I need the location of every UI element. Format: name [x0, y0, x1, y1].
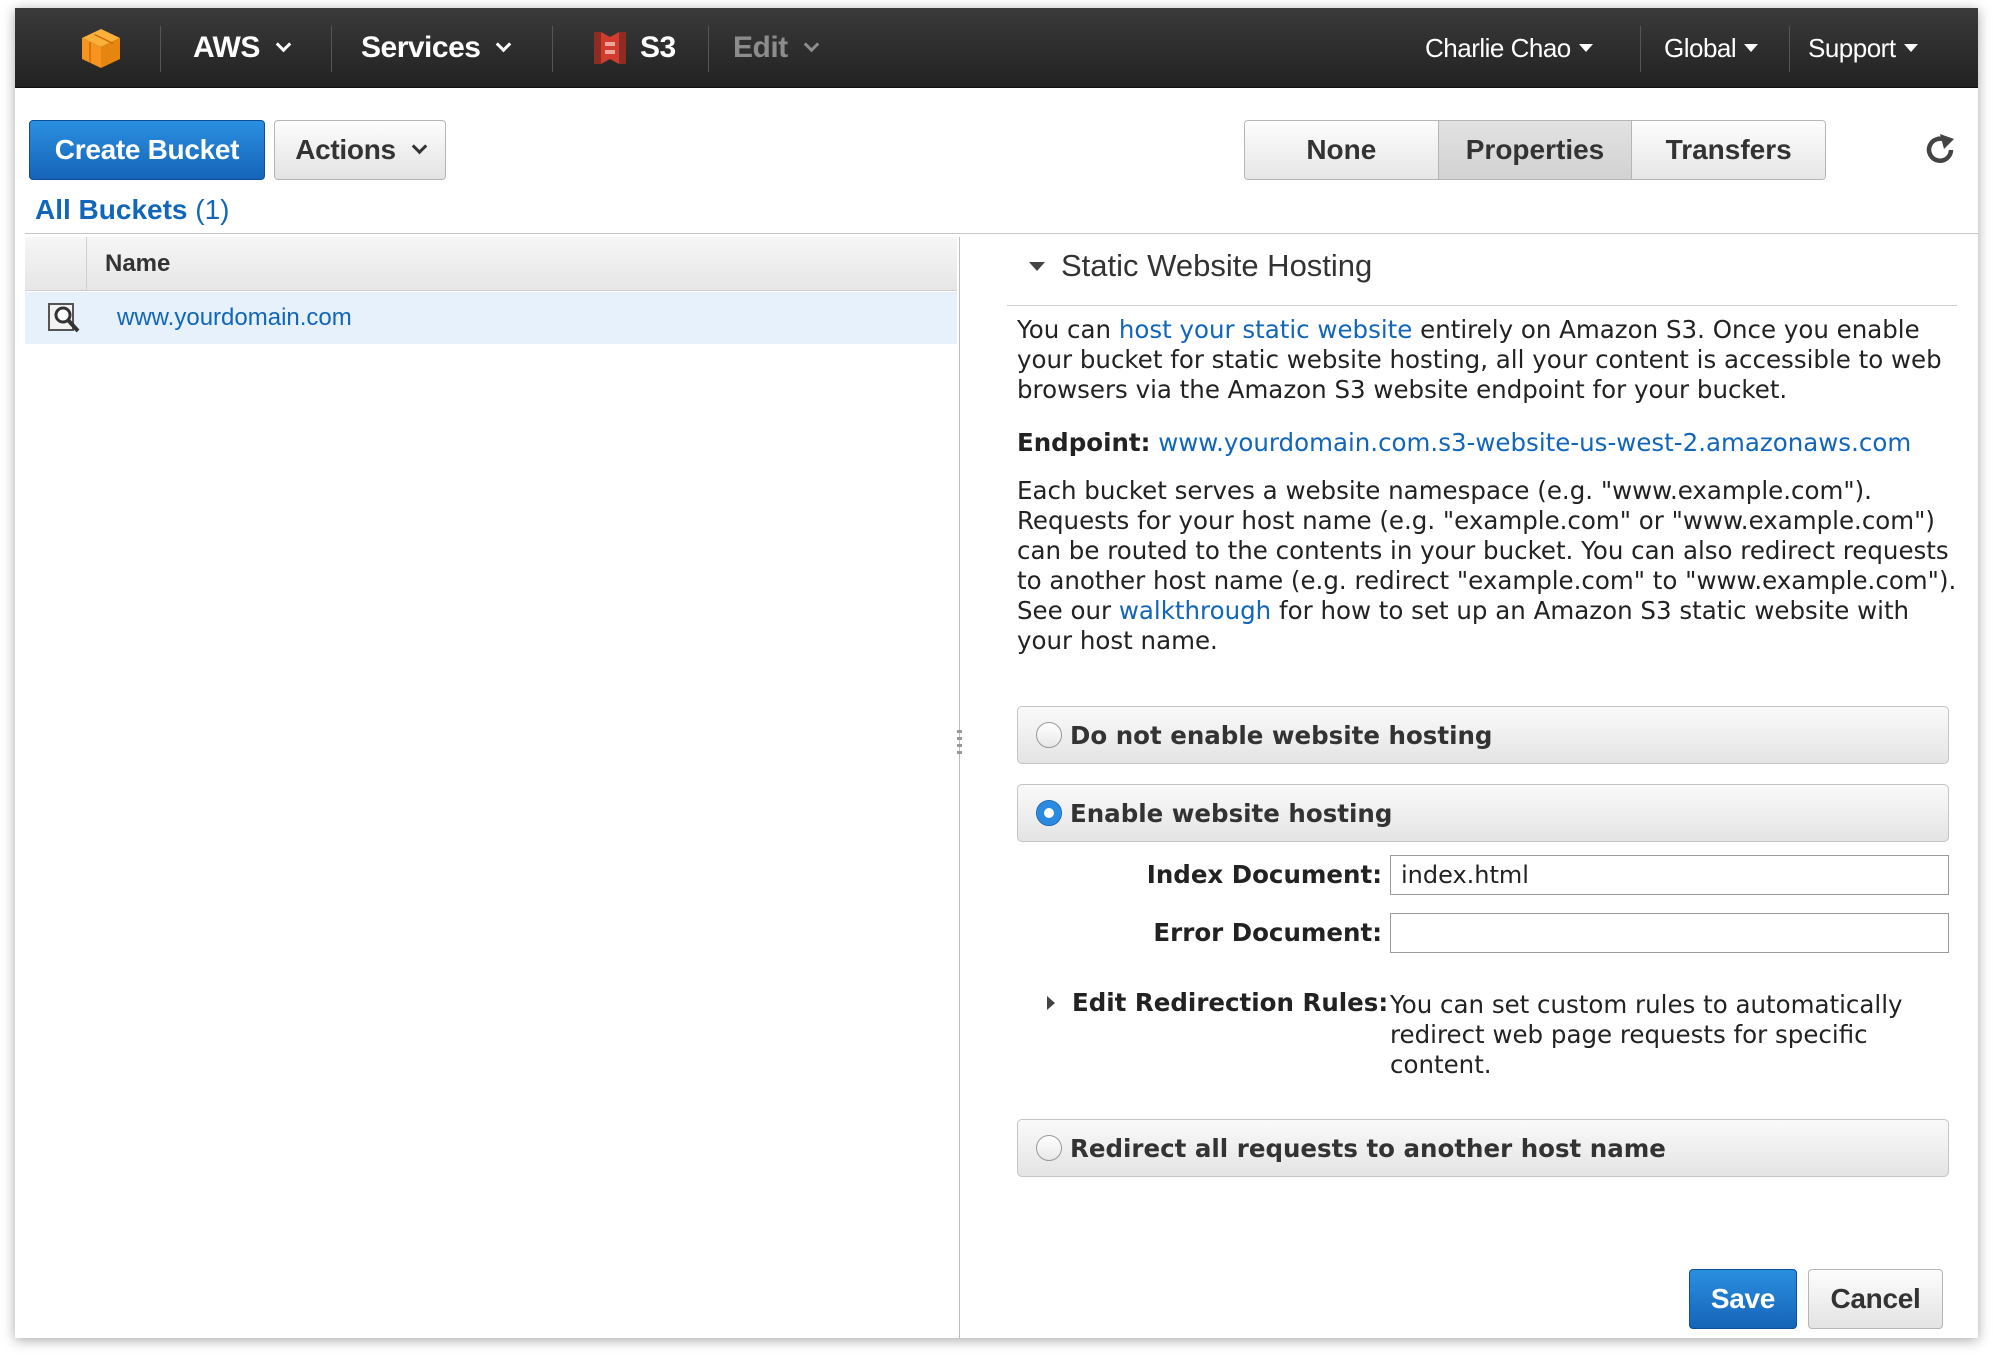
- endpoint-link[interactable]: www.yourdomain.com.s3-website-us-west-2.…: [1158, 428, 1911, 457]
- top-nav-bar: AWS Services S3 Edit Charlie Chao Global…: [15, 8, 1978, 88]
- actions-label: Actions: [295, 134, 396, 165]
- all-buckets-label: All Buckets: [35, 194, 188, 225]
- support-label: Support: [1808, 32, 1896, 63]
- nav-separator: [1789, 26, 1790, 72]
- intro-prefix: You can: [1017, 315, 1119, 344]
- aws-menu-label: AWS: [193, 31, 260, 64]
- chevron-down-icon: [496, 36, 512, 52]
- caret-down-icon: [1903, 44, 1918, 52]
- redirection-rules-toggle[interactable]: [1047, 996, 1055, 1010]
- nav-separator: [708, 26, 709, 72]
- aws-menu[interactable]: AWS: [193, 8, 292, 88]
- header-gutter: [25, 237, 87, 291]
- hosting-intro-text: You can host your static website entirel…: [1017, 315, 1957, 405]
- support-menu[interactable]: Support: [1808, 8, 1918, 88]
- endpoint-line: Endpoint: www.yourdomain.com.s3-website-…: [1017, 428, 1957, 458]
- error-document-input[interactable]: [1390, 913, 1949, 953]
- nav-separator: [331, 26, 332, 72]
- option-label: Redirect all requests to another host na…: [1070, 1133, 1666, 1163]
- all-buckets-breadcrumb[interactable]: All Buckets (1): [35, 194, 230, 226]
- edit-menu-label: Edit: [733, 31, 788, 64]
- redirection-rules-label[interactable]: Edit Redirection Rules:: [1072, 988, 1388, 1017]
- cancel-button[interactable]: Cancel: [1808, 1269, 1943, 1329]
- region-menu[interactable]: Global: [1664, 8, 1759, 88]
- create-bucket-button[interactable]: Create Bucket: [29, 120, 265, 180]
- column-header-name[interactable]: Name: [105, 237, 170, 291]
- section-divider: [1007, 305, 1957, 306]
- bucket-table-header: Name: [25, 237, 957, 291]
- host-static-website-link[interactable]: host your static website: [1119, 315, 1413, 344]
- nav-separator: [160, 26, 161, 72]
- services-menu-label: Services: [361, 31, 481, 64]
- actions-menu-button[interactable]: Actions: [274, 120, 446, 180]
- user-name: Charlie Chao: [1425, 32, 1571, 63]
- error-document-label: Error Document:: [1153, 918, 1382, 947]
- radio-disable-hosting[interactable]: [1036, 722, 1062, 748]
- view-segmented-control: None Properties Transfers: [1244, 120, 1826, 180]
- nav-separator: [552, 26, 553, 72]
- aws-home-link[interactable]: [79, 8, 123, 88]
- table-row[interactable]: www.yourdomain.com: [25, 292, 957, 344]
- s3-bucket-icon: [594, 32, 626, 64]
- services-menu[interactable]: Services: [361, 8, 512, 88]
- triangle-right-icon: [1047, 996, 1055, 1010]
- bucket-name-link[interactable]: www.yourdomain.com: [117, 292, 352, 344]
- option-enable-hosting[interactable]: Enable website hosting: [1017, 784, 1949, 842]
- divider: [25, 233, 1978, 234]
- triangle-down-icon: [1029, 261, 1045, 271]
- option-redirect-requests[interactable]: Redirect all requests to another host na…: [1017, 1119, 1949, 1177]
- tab-none[interactable]: None: [1245, 121, 1439, 179]
- redirection-rules-description: You can set custom rules to automaticall…: [1390, 990, 1903, 1079]
- refresh-icon[interactable]: [1920, 130, 1960, 170]
- endpoint-label: Endpoint:: [1017, 428, 1151, 457]
- radio-redirect-requests[interactable]: [1036, 1135, 1062, 1161]
- index-document-input[interactable]: [1390, 855, 1949, 895]
- caret-down-icon: [1744, 44, 1759, 52]
- chevron-down-icon: [411, 138, 428, 154]
- option-label: Do not enable website hosting: [1070, 720, 1493, 750]
- splitter-grip-handle[interactable]: [957, 730, 962, 756]
- static-hosting-section-header[interactable]: Static Website Hosting: [1029, 248, 1372, 284]
- region-label: Global: [1664, 32, 1737, 63]
- chevron-down-icon: [803, 36, 819, 52]
- aws-cube-icon: [82, 29, 120, 68]
- namespace-text: Each bucket serves a website namespace (…: [1017, 476, 1957, 656]
- tab-properties[interactable]: Properties: [1438, 121, 1633, 179]
- app-window: AWS Services S3 Edit Charlie Chao Global…: [15, 8, 1978, 1338]
- save-button[interactable]: Save: [1689, 1269, 1797, 1329]
- bucket-count: (1): [195, 194, 230, 225]
- s3-label: S3: [640, 31, 676, 64]
- option-disable-hosting[interactable]: Do not enable website hosting: [1017, 706, 1949, 764]
- tab-transfers[interactable]: Transfers: [1632, 121, 1825, 179]
- section-title: Static Website Hosting: [1061, 248, 1373, 283]
- caret-down-icon: [1578, 44, 1593, 52]
- option-label: Enable website hosting: [1070, 798, 1393, 828]
- bucket-search-icon[interactable]: [47, 300, 83, 336]
- edit-menu[interactable]: Edit: [733, 8, 819, 88]
- user-menu[interactable]: Charlie Chao: [1425, 8, 1593, 88]
- s3-service-link[interactable]: S3: [592, 8, 676, 88]
- radio-enable-hosting[interactable]: [1036, 800, 1062, 826]
- chevron-down-icon: [275, 36, 292, 52]
- pane-splitter[interactable]: [959, 237, 960, 1338]
- index-document-label: Index Document:: [1146, 860, 1382, 889]
- nav-separator: [1640, 26, 1641, 72]
- walkthrough-link[interactable]: walkthrough: [1119, 596, 1271, 625]
